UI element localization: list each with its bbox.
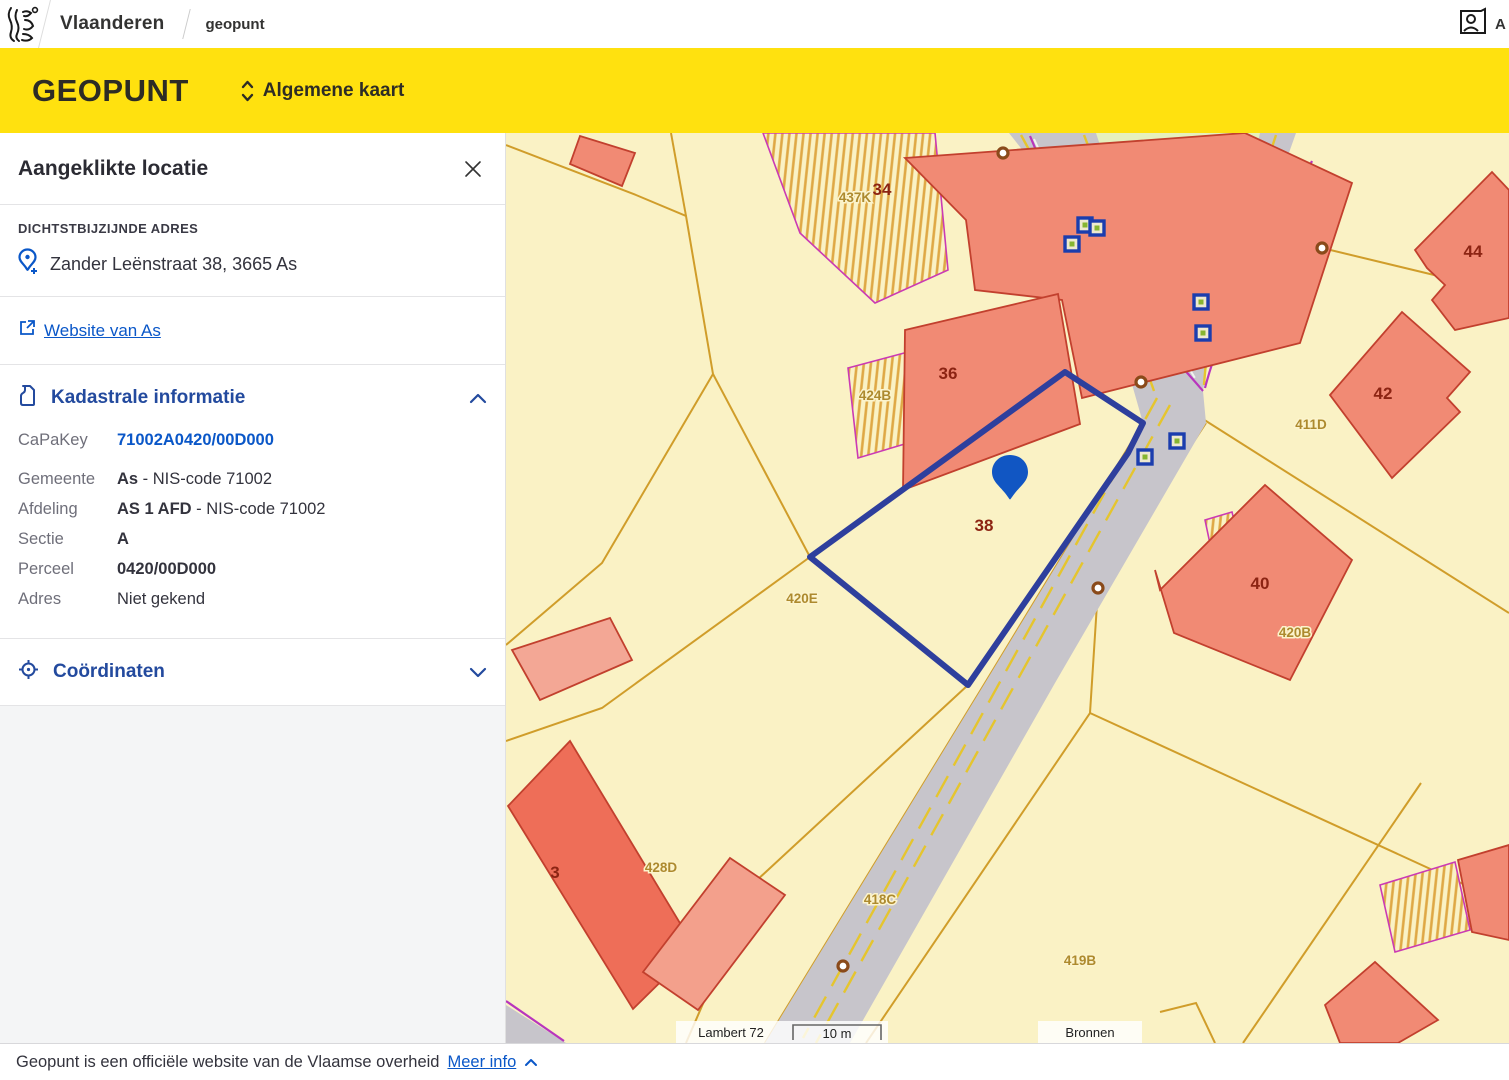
parcel-label: 437K xyxy=(839,190,872,205)
utility-marker-dot xyxy=(1175,439,1180,444)
top-bar: Vlaanderen geopunt A xyxy=(0,0,1509,48)
breadcrumb-divider xyxy=(183,9,191,39)
chevron-down-icon[interactable] xyxy=(469,667,487,678)
brand-vlaanderen[interactable]: Vlaanderen xyxy=(60,13,164,35)
geopunt-banner: GEOPUNT Algemene kaart xyxy=(0,48,1509,133)
point-marker xyxy=(1093,583,1103,593)
house-number-label: 40 xyxy=(1251,574,1270,593)
parcel-label: 428D xyxy=(645,860,678,875)
nearest-address-label: DICHTSTBIJZIJNDE ADRES xyxy=(18,221,487,236)
app-title: GEOPUNT xyxy=(32,73,189,109)
close-panel-button[interactable] xyxy=(459,155,487,183)
scale-distance-label: 10 m xyxy=(823,1026,852,1041)
parcel-label: 411D xyxy=(1295,417,1327,432)
capakey-link[interactable]: 71002A0420/00D000 xyxy=(117,431,274,450)
projection-label: Lambert 72 xyxy=(698,1025,764,1040)
house-number-label: 44 xyxy=(1464,242,1483,261)
cadastral-section-header[interactable]: Kadastrale informatie xyxy=(18,365,487,431)
point-marker xyxy=(838,961,848,971)
external-link-icon xyxy=(18,319,36,342)
house-number-label: 34 xyxy=(873,180,892,199)
coordinates-section-header[interactable]: Coördinaten xyxy=(18,639,487,705)
cadastral-details: CaPaKey 71002A0420/00D000 Gemeente As - … xyxy=(18,431,487,638)
house-number-label: 42 xyxy=(1374,384,1393,403)
document-icon xyxy=(18,384,37,412)
coordinates-section-title: Coördinaten xyxy=(53,661,469,683)
perceel-row: Perceel 0420/00D000 xyxy=(18,560,487,579)
sectie-row: Sectie A xyxy=(18,530,487,549)
info-panel: Aangeklikte locatie DICHTSTBIJZIJNDE ADR… xyxy=(0,133,506,1043)
house-number-label: 3 xyxy=(550,863,559,882)
utility-marker-dot xyxy=(1201,331,1206,336)
nearest-address-value: Zander Leënstraat 38, 3665 As xyxy=(50,254,297,275)
afdeling-row: Afdeling AS 1 AFD - NIS-code 71002 xyxy=(18,500,487,519)
parcel-label: 420B xyxy=(1279,625,1312,640)
utility-marker-dot xyxy=(1083,223,1088,228)
account-icon[interactable] xyxy=(1457,7,1489,42)
website-link[interactable]: Website van As xyxy=(44,321,161,341)
house-number-label: 38 xyxy=(975,516,994,535)
parcel-label: 419B xyxy=(1064,953,1097,968)
close-icon xyxy=(463,159,483,179)
page-footer: Geopunt is een officiële website van de … xyxy=(0,1043,1509,1080)
utility-marker-dot xyxy=(1070,242,1075,247)
meer-info-link[interactable]: Meer info xyxy=(447,1053,516,1072)
map-style-label: Algemene kaart xyxy=(263,80,405,102)
point-marker xyxy=(1136,377,1146,387)
capakey-row: CaPaKey 71002A0420/00D000 xyxy=(18,431,487,450)
chevron-up-icon[interactable] xyxy=(469,393,487,404)
crosshair-icon xyxy=(18,659,39,685)
panel-empty-area xyxy=(0,706,505,1043)
panel-title: Aangeklikte locatie xyxy=(18,157,208,181)
point-marker xyxy=(998,148,1008,158)
updown-chevrons-icon xyxy=(241,80,254,102)
parcel-label: 424B xyxy=(859,388,892,403)
nearest-address-section: DICHTSTBIJZIJNDE ADRES Zander Leënstraat… xyxy=(0,205,505,296)
breadcrumb[interactable]: geopunt xyxy=(205,16,264,33)
account-label[interactable]: A xyxy=(1495,16,1509,33)
utility-marker-dot xyxy=(1143,455,1148,460)
parcel-label: 420E xyxy=(786,591,818,606)
chevron-up-icon[interactable] xyxy=(524,1058,538,1067)
add-location-pin-icon xyxy=(18,248,40,280)
map-canvas[interactable]: 437K 424B 420E 428D 418C 419B 420B 411D 34 36 44 42… xyxy=(506,133,1509,1043)
parcel-label: 418C xyxy=(864,892,897,907)
cadastral-section-title: Kadastrale informatie xyxy=(51,387,469,409)
gemeente-row: Gemeente As - NIS-code 71002 xyxy=(18,470,487,489)
adres-row: Adres Niet gekend xyxy=(18,590,487,609)
map-style-selector[interactable]: Algemene kaart xyxy=(241,80,405,102)
utility-marker-dot xyxy=(1199,300,1204,305)
attribution-link[interactable]: Bronnen xyxy=(1065,1025,1114,1040)
utility-marker-dot xyxy=(1095,226,1100,231)
house-number-label: 36 xyxy=(939,364,958,383)
footer-text: Geopunt is een officiële website van de … xyxy=(16,1053,439,1072)
vlaanderen-lion-logo[interactable] xyxy=(0,0,46,48)
point-marker xyxy=(1317,243,1327,253)
